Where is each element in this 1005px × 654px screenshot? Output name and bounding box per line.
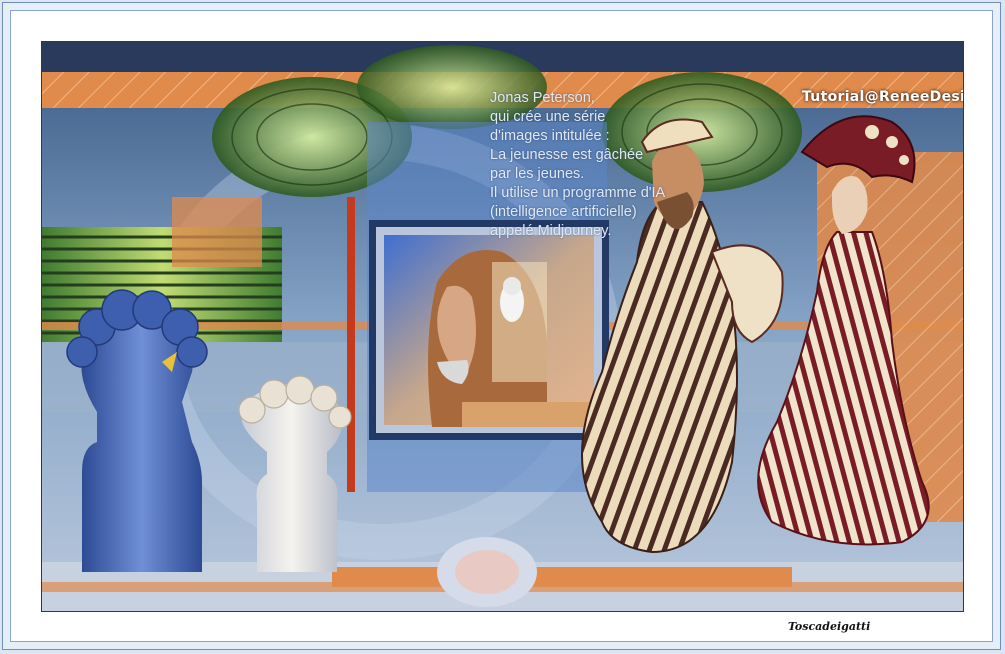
signature: Toscadeigatti [788,620,871,633]
caption-text: Jonas Peterson, qui crée une série d'ima… [490,90,666,239]
credit-text: Tutorial@ReneeDesigns [802,89,963,105]
artwork: Jonas Peterson, qui crée une série d'ima… [42,42,963,611]
